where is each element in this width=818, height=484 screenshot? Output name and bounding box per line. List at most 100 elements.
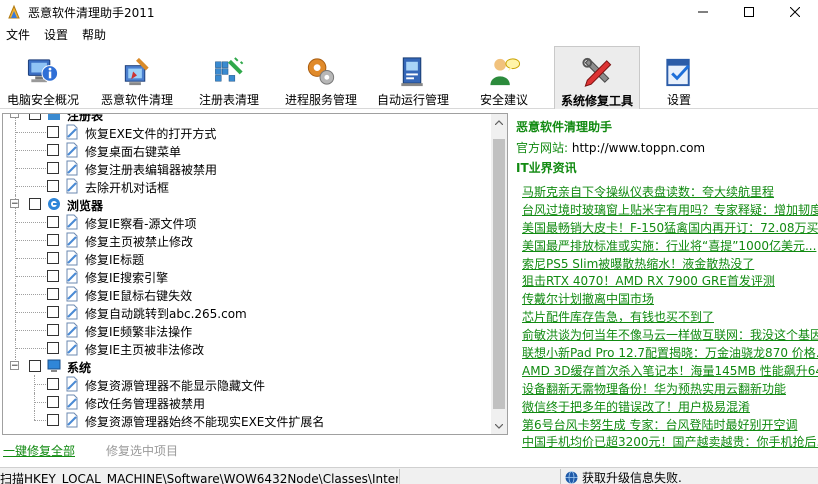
tree-category-browser[interactable]: − 浏览器 <box>3 195 491 213</box>
item-checkbox[interactable] <box>47 252 59 264</box>
item-checkbox[interactable] <box>47 324 59 336</box>
news-link[interactable]: 马斯克亲自下令操纵仪表盘读数：夸大续航里程 <box>522 183 818 201</box>
item-checkbox[interactable] <box>47 270 59 282</box>
news-link[interactable]: 索尼PS5 Slim被曝散热缩水！液金散热没了 <box>522 255 818 273</box>
tree-item[interactable]: 修复资源管理器不能显示隐藏文件 <box>3 375 491 393</box>
collapse-icon[interactable]: − <box>10 114 19 119</box>
news-link[interactable]: 传戴尔计划撤离中国市场 <box>522 290 818 308</box>
item-checkbox[interactable] <box>47 414 59 426</box>
tool-registry-clean[interactable]: 注册表清理 <box>194 46 264 108</box>
tree-item[interactable]: 修复桌面右键菜单 <box>3 141 491 159</box>
settings-icon <box>666 58 690 87</box>
collapse-icon[interactable]: − <box>10 361 19 371</box>
item-label: 恢复EXE文件的打开方式 <box>85 127 217 141</box>
document-icon <box>66 142 78 158</box>
item-label: 修复IE察看-源文件项 <box>85 217 197 231</box>
news-link[interactable]: 台风过境时玻璃窗上贴米字有用吗？专家释疑：增加韧度 <box>522 201 818 219</box>
tree-item[interactable]: 修改任务管理器被禁用 <box>3 393 491 411</box>
menu-settings[interactable]: 设置 <box>38 24 76 46</box>
tree-item[interactable]: 修复注册表编辑器被禁用 <box>3 159 491 177</box>
repair-selected-link[interactable]: 修复选中项目 <box>106 442 178 459</box>
item-label: 修复IE主页被非法修改 <box>85 343 205 357</box>
tool-label: 系统修复工具 <box>560 94 633 108</box>
category-checkbox[interactable] <box>29 114 41 120</box>
registry-clean-icon <box>215 57 244 82</box>
category-checkbox[interactable] <box>29 360 41 372</box>
category-checkbox[interactable] <box>29 198 41 210</box>
item-checkbox[interactable] <box>47 234 59 246</box>
tree-item[interactable]: 修复IE搜索引擎 <box>3 267 491 285</box>
tree-branch <box>16 330 46 331</box>
minimize-button[interactable] <box>680 0 726 24</box>
news-link[interactable]: 俞敏洪谈为何当年不像马云一样做互联网：我没这个基因 <box>522 326 818 344</box>
news-link[interactable]: 第6号台风卡努生成 专家：台风登陆时最好别开空调 <box>522 416 818 434</box>
tree-item[interactable]: 恢复EXE文件的打开方式 <box>3 123 491 141</box>
tool-label: 恶意软件清理 <box>100 93 173 107</box>
document-icon <box>66 214 78 230</box>
scroll-up-button[interactable] <box>491 114 507 130</box>
tree-branch <box>16 186 46 187</box>
repair-tree[interactable]: − 注册表 恢复EXE文件的打开方式 修复桌面右键菜单 修复注册表编辑器被禁用 … <box>2 113 508 435</box>
item-checkbox[interactable] <box>47 216 59 228</box>
news-link[interactable]: 美国最严排放标准或实施：行业将“喜提”1000亿美元... <box>522 237 818 255</box>
tool-autorun[interactable]: 自动运行管理 <box>374 46 452 108</box>
tree-category-registry[interactable]: − 注册表 <box>3 114 491 123</box>
news-section-title: IT业界资讯 <box>516 161 577 175</box>
tree-item[interactable]: 修复IE察看-源文件项 <box>3 213 491 231</box>
tool-pc-overview[interactable]: 电脑安全概况 <box>4 46 82 108</box>
item-checkbox[interactable] <box>47 306 59 318</box>
tool-security-advice[interactable]: 安全建议 <box>472 46 536 108</box>
menu-help[interactable]: 帮助 <box>76 24 114 46</box>
tree-item[interactable]: 修复IE鼠标右键失效 <box>3 285 491 303</box>
menu-file[interactable]: 文件 <box>0 24 38 46</box>
app-window: 恶意软件清理助手2011 文件 设置 帮助 电脑安全概况 恶意软件清理 注册表清… <box>0 0 818 484</box>
item-checkbox[interactable] <box>47 396 59 408</box>
news-link[interactable]: 芯片配件库存告急，有钱也买不到了 <box>522 308 818 326</box>
item-checkbox[interactable] <box>47 126 59 138</box>
close-button[interactable] <box>772 0 818 24</box>
collapse-icon[interactable]: − <box>10 199 19 209</box>
news-link[interactable]: 狙击RTX 4070！AMD RX 7900 GRE首发评测 <box>522 272 818 290</box>
item-label: 修复IE搜索引擎 <box>85 271 169 285</box>
tool-settings[interactable]: 设置 <box>656 46 702 108</box>
document-icon <box>66 412 78 428</box>
tool-malware-clean[interactable]: 恶意软件清理 <box>96 46 178 108</box>
tree-item[interactable]: 修复IE主页被非法修改 <box>3 339 491 357</box>
tree-item[interactable]: 修复IE频繁非法操作 <box>3 321 491 339</box>
item-checkbox[interactable] <box>47 162 59 174</box>
tool-label: 进程服务管理 <box>284 93 357 107</box>
item-checkbox[interactable] <box>47 342 59 354</box>
system-repair-icon <box>582 57 612 87</box>
tree-category-system[interactable]: − 系统 <box>3 357 491 375</box>
tree-item[interactable]: 修复自动跳转到abc.265.com <box>3 303 491 321</box>
tool-process-service[interactable]: 进程服务管理 <box>282 46 360 108</box>
item-checkbox[interactable] <box>47 378 59 390</box>
maximize-button[interactable] <box>726 0 772 24</box>
vertical-scrollbar[interactable] <box>491 114 507 434</box>
tree-item[interactable]: 修复IE标题 <box>3 249 491 267</box>
status-divider <box>560 469 561 484</box>
scroll-thumb[interactable] <box>493 139 505 409</box>
document-icon <box>66 304 78 320</box>
scroll-down-button[interactable] <box>491 418 507 434</box>
news-link[interactable]: 中国手机均价已超3200元！国产越卖越贵：你手机抢后... <box>522 433 818 451</box>
item-checkbox[interactable] <box>47 288 59 300</box>
category-label: 浏览器 <box>67 199 104 213</box>
item-checkbox[interactable] <box>47 144 59 156</box>
tool-system-repair[interactable]: 系统修复工具 <box>554 46 640 109</box>
news-link[interactable]: 微信终于把多年的错误改了！用户极易混淆 <box>522 398 818 416</box>
news-link[interactable]: AMD 3D缓存首次杀入笔记本！海量145MB 性能飙升64% <box>522 362 818 380</box>
tree-item[interactable]: 修复主页被禁止修改 <box>3 231 491 249</box>
news-link[interactable]: 美国最畅销大皮卡！F-150猛禽国内再开订：72.08万买... <box>522 219 818 237</box>
document-icon <box>66 232 78 248</box>
document-icon <box>66 124 78 140</box>
item-checkbox[interactable] <box>47 180 59 192</box>
site-url[interactable]: http://www.toppn.com <box>572 141 705 155</box>
news-link[interactable]: 设备翻新无需物理备份！华为预热实用云翻新功能 <box>522 380 818 398</box>
repair-all-link[interactable]: 一键修复全部 <box>3 442 75 459</box>
info-panel: 恶意软件清理助手 官方网站: http://www.toppn.com IT业界… <box>512 113 818 467</box>
tree-item[interactable]: 去除开机对话框 <box>3 177 491 195</box>
update-message: 获取升级信息失败. <box>582 471 682 484</box>
tree-item[interactable]: 修复资源管理器始终不能现实EXE文件扩展名 <box>3 411 491 429</box>
news-link[interactable]: 联想小新Pad Pro 12.7配置揭晓：万金油骁龙870 价格... <box>522 344 818 362</box>
